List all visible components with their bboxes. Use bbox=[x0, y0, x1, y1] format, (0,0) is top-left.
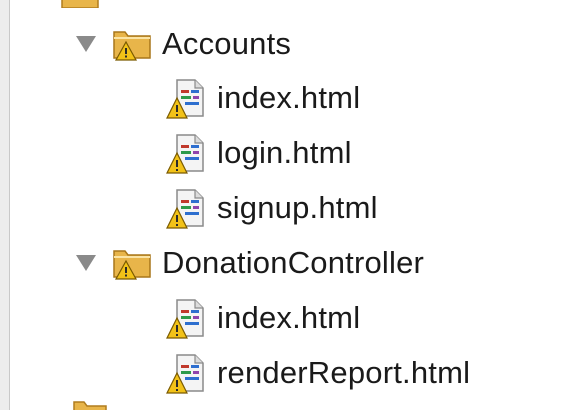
html-file-warning-icon bbox=[166, 189, 204, 229]
folder-warning-icon bbox=[113, 250, 151, 280]
expand-triangle-icon[interactable] bbox=[76, 255, 96, 271]
tree-folder-donationcontroller[interactable]: DonationController bbox=[76, 237, 424, 289]
folder-icon bbox=[73, 401, 107, 410]
file-label: index.html bbox=[217, 80, 361, 115]
folder-warning-icon bbox=[113, 31, 151, 61]
file-label: index.html bbox=[217, 300, 361, 335]
folder-label: DonationController bbox=[162, 245, 425, 280]
folder-label: Accounts bbox=[162, 26, 292, 61]
html-file-warning-icon bbox=[166, 354, 204, 394]
tree-file-signup[interactable]: signup.html bbox=[163, 182, 378, 234]
tree-folder-accounts[interactable]: Accounts bbox=[76, 18, 291, 70]
expand-triangle-icon[interactable] bbox=[76, 36, 96, 52]
file-label: renderReport.html bbox=[217, 355, 471, 390]
file-label: login.html bbox=[217, 135, 352, 170]
file-label: signup.html bbox=[217, 190, 378, 225]
html-file-warning-icon bbox=[166, 299, 204, 339]
html-file-warning-icon bbox=[166, 79, 204, 119]
tree-file-index-2[interactable]: index.html bbox=[163, 292, 360, 344]
tree-file-index[interactable]: index.html bbox=[163, 72, 360, 124]
tree-file-login[interactable]: login.html bbox=[163, 127, 352, 179]
tree-file-renderreport[interactable]: renderReport.html bbox=[163, 347, 470, 399]
project-explorer-tree: Accounts index.html login.html signup.ht… bbox=[0, 0, 577, 410]
tree-left-border bbox=[0, 0, 10, 410]
html-file-warning-icon bbox=[166, 134, 204, 174]
folder-icon bbox=[61, 0, 99, 8]
